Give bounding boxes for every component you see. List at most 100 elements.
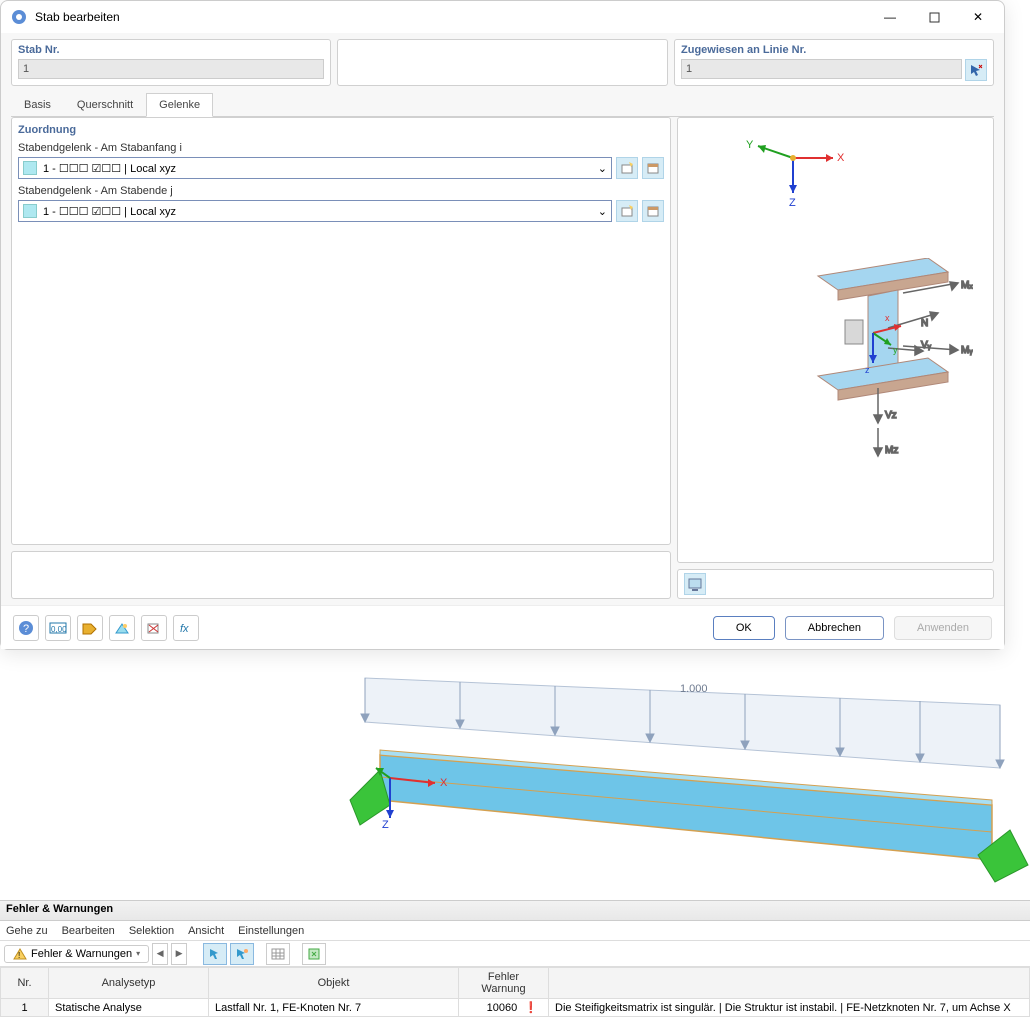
formula-button[interactable]: fx — [173, 615, 199, 641]
menu-goto[interactable]: Gehe zu — [6, 925, 48, 937]
prev-button[interactable]: ◀ — [152, 943, 168, 965]
warning-icon: ! — [13, 948, 27, 960]
error-icon: ❗ — [524, 1002, 538, 1014]
menu-settings[interactable]: Einstellungen — [238, 925, 304, 937]
next-button[interactable]: ▶ — [171, 943, 187, 965]
color-swatch — [23, 204, 37, 218]
tag-icon — [82, 621, 98, 635]
stab-nr-label: Stab Nr. — [18, 44, 324, 56]
start-hinge-label: Stabendgelenk - Am Stabanfang i — [18, 142, 664, 154]
select-icon — [235, 947, 249, 961]
zugewiesen-box: Zugewiesen an Linie Nr. — [674, 39, 994, 86]
menu-selection[interactable]: Selektion — [129, 925, 174, 937]
view-icon — [114, 621, 130, 635]
svg-text:Mₓ: Mₓ — [961, 280, 973, 291]
export-icon — [307, 947, 321, 961]
preview-toolbar — [677, 569, 994, 599]
stab-nr-box: Stab Nr. — [11, 39, 331, 86]
table-icon — [271, 947, 285, 961]
menu-edit[interactable]: Bearbeiten — [62, 925, 115, 937]
svg-text:Vᵧ: Vᵧ — [921, 340, 932, 351]
middle-box — [337, 39, 668, 86]
new-hinge-button-2[interactable] — [616, 200, 638, 222]
svg-text:z: z — [865, 365, 870, 375]
col-description[interactable] — [549, 968, 1030, 999]
end-hinge-label: Stabendgelenk - Am Stabende j — [18, 185, 664, 197]
model-viewport[interactable]: 1.000 X Z — [340, 660, 1030, 890]
table-row[interactable]: 1 Statische Analyse Lastfall Nr. 1, FE-K… — [1, 999, 1030, 1017]
new-icon — [620, 204, 634, 218]
tags-button[interactable] — [77, 615, 103, 641]
errors-tab-chip[interactable]: ! Fehler & Warnungen ▾ — [4, 945, 149, 963]
tab-strip: Basis Querschnitt Gelenke — [11, 92, 994, 117]
col-analysetyp[interactable]: Analysetyp — [49, 968, 209, 999]
errors-toolbar: ! Fehler & Warnungen ▾ ◀ ▶ — [0, 941, 1030, 967]
svg-text:N: N — [921, 318, 928, 329]
notes-panel — [11, 551, 671, 599]
svg-text:X: X — [837, 152, 845, 164]
svg-text:Z: Z — [382, 819, 389, 831]
svg-text:Mz: Mz — [885, 445, 898, 456]
ok-button[interactable]: OK — [713, 616, 775, 640]
cell-desc: Die Steifigkeitsmatrix ist singulär. | D… — [549, 999, 1030, 1017]
global-axes-icon: X Y Z — [738, 128, 848, 208]
col-fehler-warnung[interactable]: FehlerWarnung — [459, 968, 549, 999]
start-hinge-value: 1 - ☐☐☐ ☑☐☐ | Local xyz — [43, 162, 176, 175]
col-objekt[interactable]: Objekt — [209, 968, 459, 999]
errors-grid[interactable]: Nr. Analysetyp Objekt FehlerWarnung 1 St… — [0, 967, 1030, 1036]
maximize-button[interactable] — [912, 2, 956, 32]
filter-button-2[interactable] — [230, 943, 254, 965]
select-icon — [208, 947, 222, 961]
errors-panel: Fehler & Warnungen Gehe zu Bearbeiten Se… — [0, 900, 1030, 1036]
svg-text:X: X — [440, 777, 448, 789]
svg-text:Mᵧ: Mᵧ — [961, 345, 973, 356]
errors-title: Fehler & Warnungen — [0, 901, 1030, 921]
chevron-down-icon: ▾ — [136, 949, 140, 958]
start-hinge-combo[interactable]: 1 - ☐☐☐ ☑☐☐ | Local xyz ⌄ — [18, 157, 612, 179]
app-icon — [11, 9, 27, 25]
edit-member-dialog: Stab bearbeiten — ✕ Stab Nr. Zugewiesen … — [0, 0, 1005, 650]
pick-line-button[interactable] — [965, 59, 987, 81]
beam-body — [380, 755, 992, 860]
chevron-down-icon: ⌄ — [598, 162, 607, 175]
svg-text:Z: Z — [789, 197, 796, 208]
table-button[interactable] — [266, 943, 290, 965]
graphics-button[interactable] — [684, 573, 706, 595]
reset-button[interactable] — [141, 615, 167, 641]
svg-text:?: ? — [23, 623, 29, 635]
minimize-button[interactable]: — — [868, 2, 912, 32]
end-hinge-combo[interactable]: 1 - ☐☐☐ ☑☐☐ | Local xyz ⌄ — [18, 200, 612, 222]
stab-nr-input[interactable] — [18, 59, 324, 79]
zuordnung-title: Zuordnung — [18, 124, 664, 136]
color-swatch — [23, 161, 37, 175]
cancel-button[interactable]: Abbrechen — [785, 616, 884, 640]
units-button[interactable]: 0,00 — [45, 615, 71, 641]
tab-basis[interactable]: Basis — [11, 93, 64, 117]
new-hinge-button[interactable] — [616, 157, 638, 179]
errors-menu: Gehe zu Bearbeiten Selektion Ansicht Ein… — [0, 921, 1030, 941]
view-button[interactable] — [109, 615, 135, 641]
tab-querschnitt[interactable]: Querschnitt — [64, 93, 146, 117]
svg-text:!: ! — [18, 951, 20, 960]
menu-view[interactable]: Ansicht — [188, 925, 224, 937]
filter-button-1[interactable] — [203, 943, 227, 965]
fx-icon: fx — [178, 621, 194, 635]
export-button[interactable] — [302, 943, 326, 965]
cell-nr: 1 — [1, 999, 49, 1017]
col-nr[interactable]: Nr. — [1, 968, 49, 999]
edit-hinge-button-2[interactable] — [642, 200, 664, 222]
help-icon: ? — [18, 620, 34, 636]
tab-gelenke[interactable]: Gelenke — [146, 93, 213, 117]
zugewiesen-label: Zugewiesen an Linie Nr. — [681, 44, 987, 56]
window-title: Stab bearbeiten — [35, 10, 868, 24]
help-button[interactable]: ? — [13, 615, 39, 641]
dialog-footer: ? 0,00 fx OK Abbrechen Anwenden — [1, 605, 1004, 649]
zugewiesen-input[interactable] — [681, 59, 962, 79]
chevron-down-icon: ⌄ — [598, 205, 607, 218]
cell-obj: Lastfall Nr. 1, FE-Knoten Nr. 7 — [209, 999, 459, 1017]
edit-hinge-button[interactable] — [642, 157, 664, 179]
cell-atyp: Statische Analyse — [49, 999, 209, 1017]
close-button[interactable]: ✕ — [956, 2, 1000, 32]
titlebar[interactable]: Stab bearbeiten — ✕ — [1, 1, 1004, 33]
svg-text:y: y — [893, 345, 898, 355]
